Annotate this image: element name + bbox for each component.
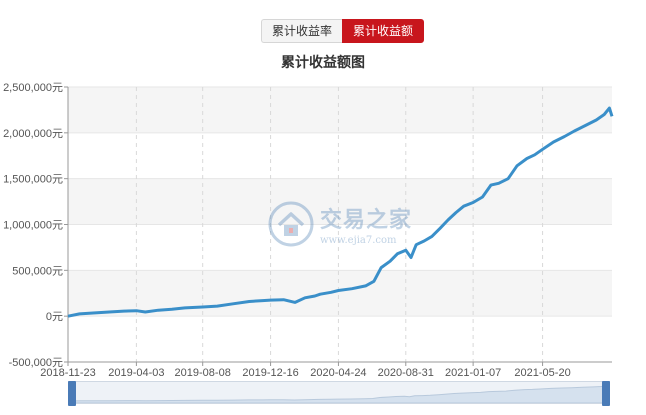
x-tick-label: 2021-05-20: [514, 367, 570, 379]
x-tick-label: 2019-04-03: [108, 367, 164, 379]
grid-band: [68, 87, 612, 133]
x-tick-label: 2018-11-23: [40, 367, 95, 379]
data-zoom-slider[interactable]: [68, 381, 610, 406]
x-tick-label: 2021-01-07: [445, 367, 501, 379]
grid-band: [68, 178, 612, 225]
y-tick-label: 1,000,000元: [3, 220, 63, 232]
y-tick-label: 0元: [46, 311, 63, 323]
zoom-left-handle[interactable]: [68, 381, 76, 406]
y-tick-label: 1,500,000元: [3, 174, 63, 186]
y-tick-label: 2,500,000元: [3, 82, 63, 94]
zoom-preview-area: [69, 385, 609, 403]
line-chart: -500,000元0元500,000元1,000,000元1,500,000元2…: [3, 82, 614, 379]
grid-band: [68, 270, 612, 317]
y-tick-label: 500,000元: [12, 265, 63, 277]
y-tick-label: 2,000,000元: [3, 128, 63, 140]
x-tick-label: 2019-08-08: [175, 367, 231, 379]
x-tick-label: 2019-12-16: [242, 367, 298, 379]
x-tick-label: 2020-04-24: [310, 367, 366, 379]
x-tick-label: 2020-08-31: [378, 367, 434, 379]
zoom-right-handle[interactable]: [602, 381, 610, 406]
